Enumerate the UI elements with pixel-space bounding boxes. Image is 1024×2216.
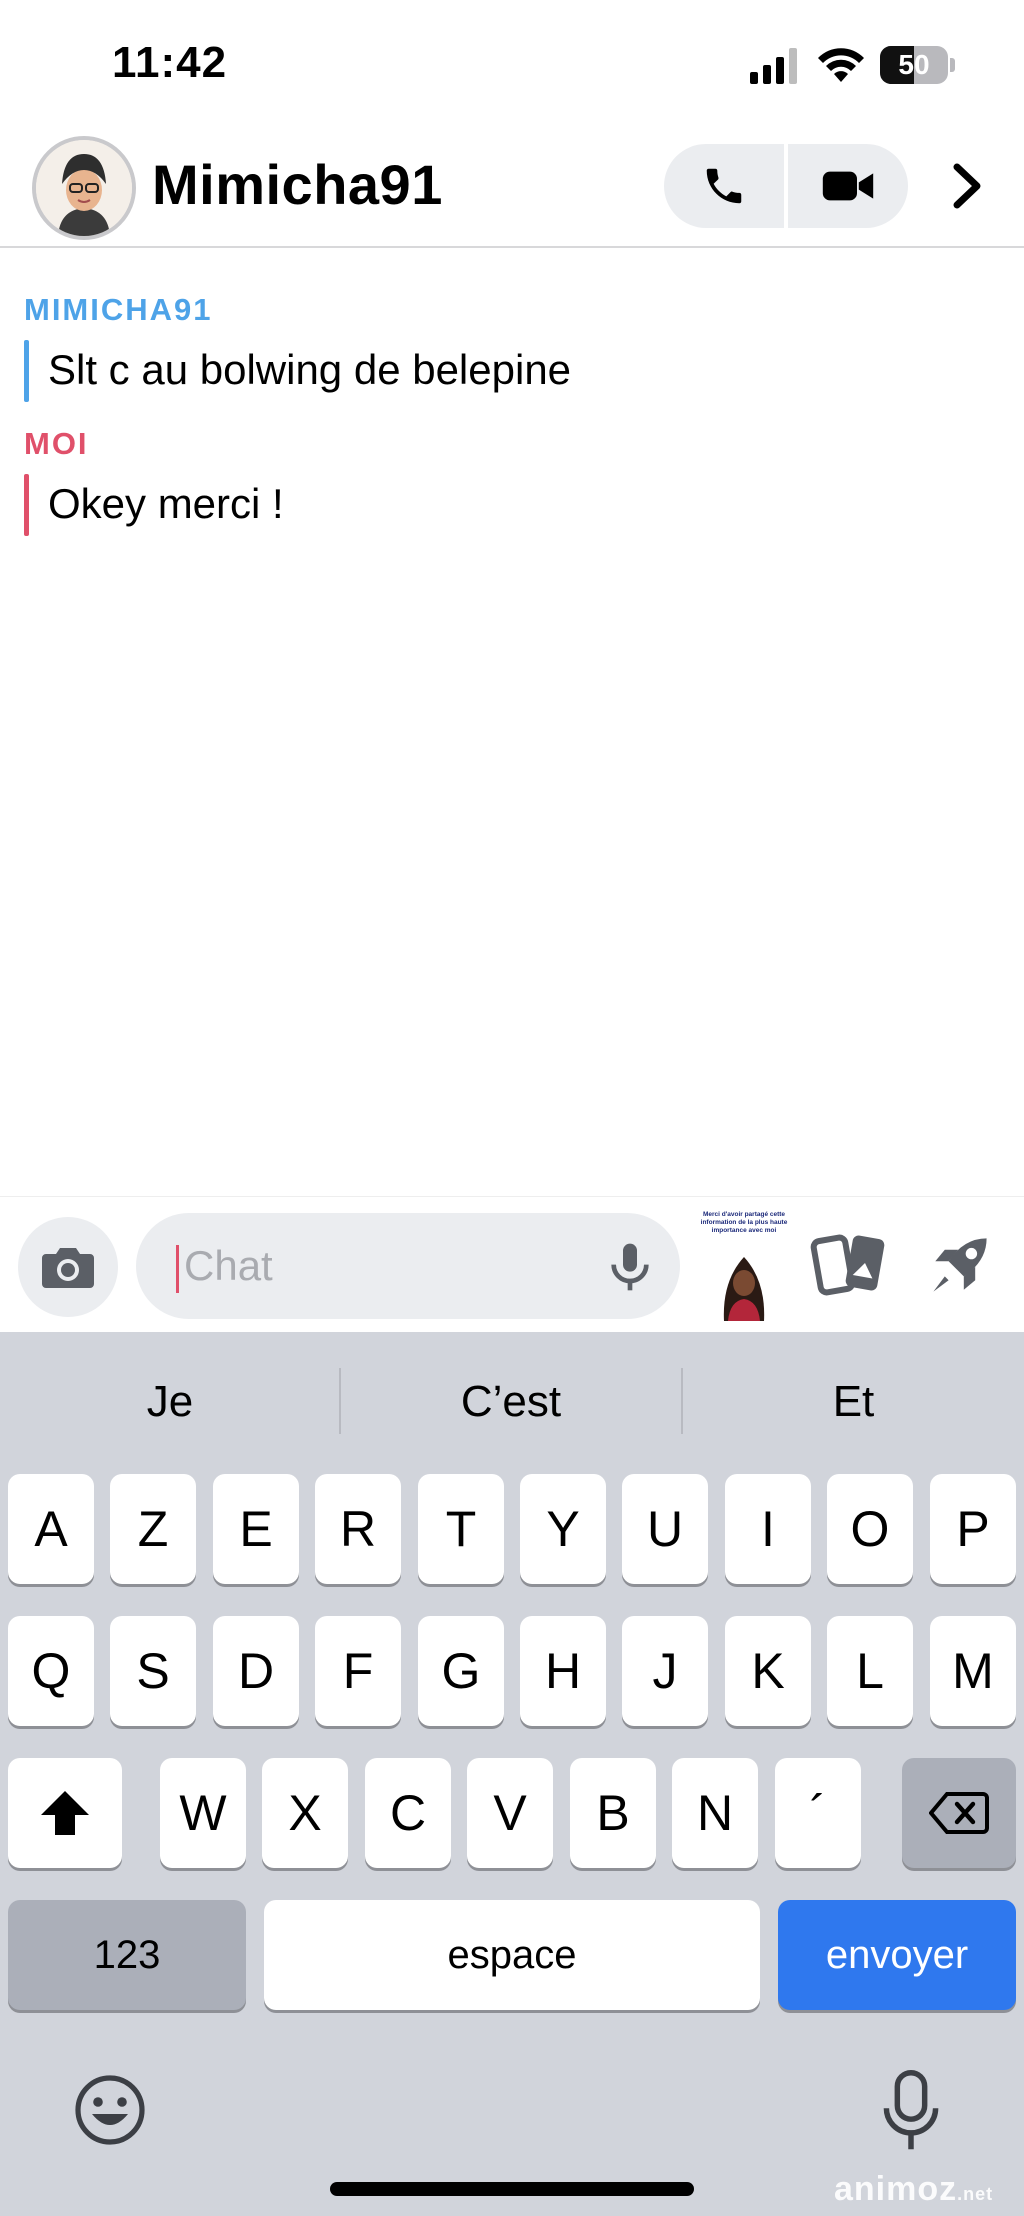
send-key[interactable]: envoyer: [778, 1900, 1016, 2010]
key-q[interactable]: Q: [8, 1616, 94, 1726]
composer-bar: Merci d'avoir partagé cette information …: [0, 1196, 1024, 1332]
key-d[interactable]: D: [213, 1616, 299, 1726]
predictive-suggestions: Je C’est Et: [0, 1332, 1024, 1470]
sticker-caption: Merci d'avoir partagé cette information …: [700, 1211, 788, 1234]
camera-icon: [42, 1248, 94, 1288]
cellular-signal-icon: [750, 48, 797, 84]
message-item: MOI Okey merci !: [24, 426, 984, 536]
key-y[interactable]: Y: [520, 1474, 606, 1584]
message-bar: [24, 474, 29, 536]
shift-key[interactable]: [8, 1758, 122, 1868]
video-call-button[interactable]: [788, 144, 908, 228]
dictation-microphone-icon[interactable]: [878, 2070, 944, 2152]
wifi-icon: [818, 48, 864, 82]
key-h[interactable]: H: [520, 1616, 606, 1726]
contact-name[interactable]: Mimicha91: [152, 152, 443, 217]
home-indicator[interactable]: [330, 2182, 694, 2196]
suggestion-item[interactable]: Je: [0, 1366, 340, 1438]
rocket-icon[interactable]: [922, 1227, 998, 1303]
battery-level: 50: [898, 49, 930, 80]
keyboard: Je C’est Et A Z E R T Y U I O P Q S D F …: [0, 1332, 1024, 2216]
delete-backward-icon: [929, 1792, 989, 1834]
video-camera-icon: [822, 171, 874, 201]
key-r[interactable]: R: [315, 1474, 401, 1584]
numbers-key[interactable]: 123: [8, 1900, 246, 2010]
memories-cards-icon[interactable]: [810, 1229, 892, 1301]
key-e[interactable]: E: [213, 1474, 299, 1584]
key-g[interactable]: G: [418, 1616, 504, 1726]
key-c[interactable]: C: [365, 1758, 451, 1868]
message-sender: MIMICHA91: [24, 292, 213, 327]
contact-avatar[interactable]: [32, 136, 136, 240]
bitmoji-icon: [36, 140, 132, 236]
key-o[interactable]: O: [827, 1474, 913, 1584]
key-z[interactable]: Z: [110, 1474, 196, 1584]
key-n[interactable]: N: [672, 1758, 758, 1868]
space-key[interactable]: espace: [264, 1900, 760, 2010]
key-i[interactable]: I: [725, 1474, 811, 1584]
chevron-right-icon[interactable]: [944, 154, 990, 218]
watermark: animoz.net: [834, 2170, 994, 2208]
key-p[interactable]: P: [930, 1474, 1016, 1584]
key-a[interactable]: A: [8, 1474, 94, 1584]
emoji-icon[interactable]: [72, 2072, 148, 2148]
suggestion-item[interactable]: C’est: [341, 1366, 681, 1438]
phone-icon: [706, 168, 742, 204]
message-item: MIMICHA91 Slt c au bolwing de belepine: [24, 292, 984, 402]
key-acute-accent[interactable]: ´: [775, 1758, 861, 1868]
key-w[interactable]: W: [160, 1758, 246, 1868]
message-sender: MOI: [24, 426, 89, 461]
key-b[interactable]: B: [570, 1758, 656, 1868]
chat-input[interactable]: [176, 1213, 606, 1319]
message-text[interactable]: Okey merci !: [48, 480, 284, 527]
camera-button[interactable]: [18, 1217, 118, 1317]
backspace-key[interactable]: [902, 1758, 1016, 1868]
voice-call-button[interactable]: [664, 144, 784, 228]
shift-icon: [41, 1791, 89, 1835]
key-x[interactable]: X: [262, 1758, 348, 1868]
key-m[interactable]: M: [930, 1616, 1016, 1726]
chat-input-container: [136, 1213, 680, 1319]
key-t[interactable]: T: [418, 1474, 504, 1584]
key-f[interactable]: F: [315, 1616, 401, 1726]
message-bar: [24, 340, 29, 402]
key-v[interactable]: V: [467, 1758, 553, 1868]
microphone-icon[interactable]: [602, 1239, 658, 1295]
message-text[interactable]: Slt c au bolwing de belepine: [48, 346, 571, 393]
chat-header: Mimicha91: [0, 130, 1024, 248]
status-bar: 11:42 50: [0, 0, 1024, 130]
key-u[interactable]: U: [622, 1474, 708, 1584]
key-l[interactable]: L: [827, 1616, 913, 1726]
suggestion-item[interactable]: Et: [683, 1366, 1024, 1438]
key-s[interactable]: S: [110, 1616, 196, 1726]
battery-indicator: 50: [880, 46, 955, 84]
key-k[interactable]: K: [725, 1616, 811, 1726]
status-time: 11:42: [112, 38, 228, 87]
bitmoji-sticker-button[interactable]: Merci d'avoir partagé cette information …: [696, 1211, 792, 1321]
key-j[interactable]: J: [622, 1616, 708, 1726]
call-button-group: [664, 144, 908, 228]
